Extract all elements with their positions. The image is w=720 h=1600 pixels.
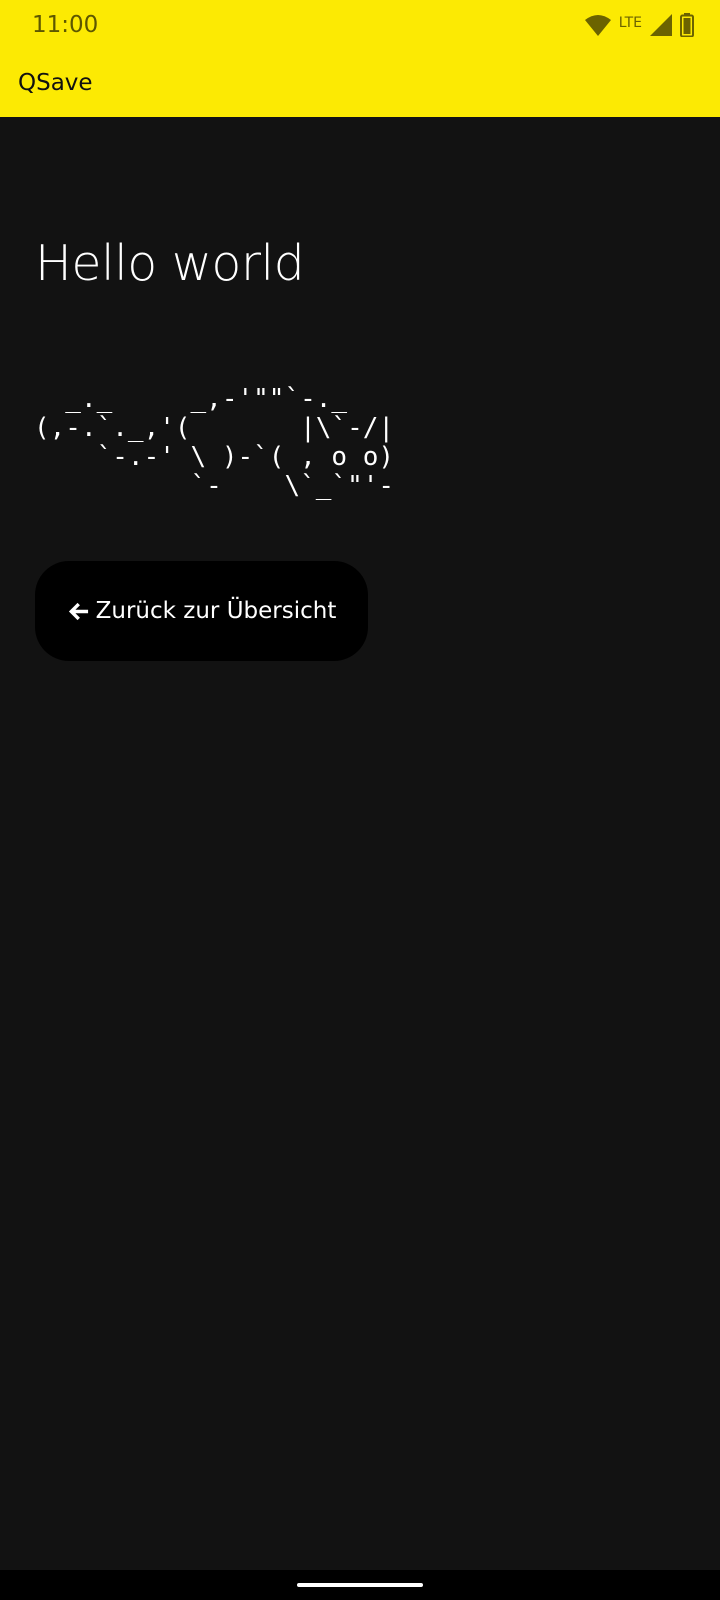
main-content: Hello world _._ _,-'""`-._ (,-.`._,'( |\… bbox=[0, 117, 720, 1570]
cell-signal-icon bbox=[650, 14, 672, 36]
arrow-left-icon bbox=[68, 602, 88, 620]
system-nav-bar bbox=[0, 1570, 720, 1600]
status-icons: LTE bbox=[584, 12, 694, 38]
app-bar: QSave bbox=[0, 54, 720, 117]
wifi-icon bbox=[584, 15, 611, 36]
back-button-label: Zurück zur Übersicht bbox=[95, 598, 337, 624]
status-time: 11:00 bbox=[32, 12, 99, 38]
app-title: QSave bbox=[18, 70, 93, 96]
back-to-overview-button[interactable]: Zurück zur Übersicht bbox=[35, 561, 368, 661]
ascii-art: _._ _,-'""`-._ (,-.`._,'( |\`-/| `-.-' \… bbox=[34, 384, 395, 501]
battery-icon bbox=[680, 13, 694, 37]
home-indicator[interactable] bbox=[297, 1583, 423, 1587]
page-heading: Hello world bbox=[35, 235, 305, 292]
lte-label: LTE bbox=[618, 15, 642, 31]
status-bar: 11:00 LTE bbox=[0, 0, 720, 54]
